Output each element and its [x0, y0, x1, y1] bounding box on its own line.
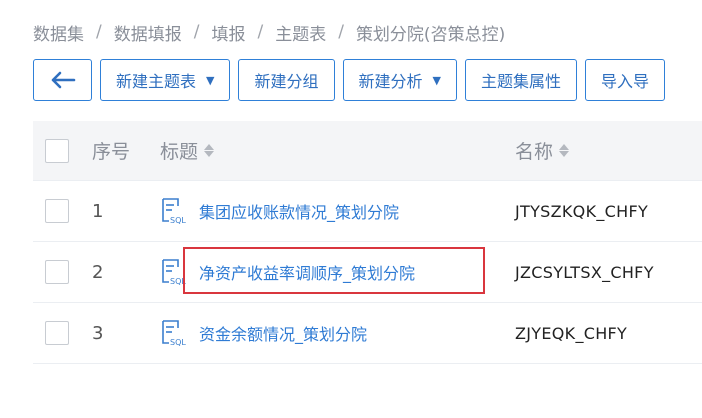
header-seq: 序号 [92, 141, 131, 163]
highlight-box [183, 247, 485, 294]
row-name: ZJYEQK_CHFY [515, 323, 628, 343]
sort-icon[interactable] [204, 144, 215, 157]
sql-table-icon: SQL [162, 320, 186, 347]
row-seq: 2 [92, 261, 104, 283]
new-group-button[interactable]: 新建分组 [238, 59, 335, 101]
back-button[interactable] [33, 59, 92, 101]
header-title[interactable]: 标题 [160, 137, 215, 164]
row-title: SQL 资金余额情况_策划分院 [160, 319, 367, 347]
new-subject-table-button[interactable]: 新建主题表 ▼ [100, 59, 231, 101]
breadcrumb-item-current: 策划分院(咨策总控) [355, 24, 506, 45]
breadcrumb-separator: / [193, 22, 200, 42]
toolbar: 新建主题表 ▼ 新建分组 新建分析 ▼ 主题集属性 导入导 [33, 59, 666, 101]
row-name: JTYSZKQK_CHFY [515, 201, 649, 221]
breadcrumb-separator: / [338, 22, 344, 42]
breadcrumb-item-datasets[interactable]: 数据集 [33, 20, 84, 45]
caret-down-icon: ▼ [206, 73, 215, 87]
arrow-left-icon [51, 71, 75, 89]
table-row: 3 SQL 资金余额情况_策划分院 ZJYEQK_CHFY [33, 303, 702, 364]
breadcrumb-item-data-entry[interactable]: 数据填报 [114, 20, 182, 45]
breadcrumb-separator: / [257, 22, 264, 42]
row-checkbox[interactable] [45, 199, 69, 223]
row-title: SQL 集团应收账款情况_策划分院 [160, 197, 399, 225]
svg-text:SQL: SQL [170, 216, 186, 225]
subject-set-properties-button[interactable]: 主题集属性 [464, 59, 577, 101]
new-group-label: 新建分组 [254, 72, 319, 91]
import-button[interactable]: 导入导 [585, 59, 666, 101]
table-row: 1 SQL 集团应收账款情况_策划分院 JTYSZKQK_CHFY [33, 181, 702, 242]
header-title-label: 标题 [160, 141, 199, 163]
row-seq: 1 [92, 200, 104, 222]
row-seq: 3 [92, 322, 104, 344]
breadcrumb-item-subject-table[interactable]: 主题表 [275, 20, 326, 45]
sort-icon[interactable] [559, 144, 570, 157]
new-subject-table-label: 新建主题表 [116, 72, 197, 91]
new-analysis-label: 新建分析 [358, 72, 423, 91]
row-name: JZCSYLTSX_CHFY [515, 262, 654, 282]
sql-table-icon: SQL [162, 198, 186, 225]
breadcrumb-separator: / [96, 22, 102, 42]
subject-set-properties-label: 主题集属性 [480, 72, 561, 91]
import-label: 导入导 [601, 72, 650, 91]
row-checkbox[interactable] [45, 321, 69, 345]
breadcrumb: 数据集 / 数据填报 / 填报 / 主题表 / 策划分院(咨策总控) [33, 20, 506, 45]
row-checkbox[interactable] [45, 260, 69, 284]
caret-down-icon: ▼ [432, 73, 441, 87]
header-name[interactable]: 名称 [515, 137, 570, 164]
table-header: 序号 标题 名称 [33, 121, 702, 181]
svg-text:SQL: SQL [170, 338, 186, 347]
new-analysis-button[interactable]: 新建分析 ▼ [342, 59, 457, 101]
select-all-checkbox[interactable] [45, 138, 69, 163]
row-title-link[interactable]: 资金余额情况_策划分院 [199, 321, 367, 345]
row-title-link[interactable]: 集团应收账款情况_策划分院 [199, 199, 399, 223]
breadcrumb-item-entry[interactable]: 填报 [211, 20, 245, 45]
header-name-label: 名称 [515, 141, 554, 163]
subject-table: 序号 标题 名称 1 SQL 集团应收账款情况_策划分院 JTYSZKQK_CH… [33, 121, 702, 364]
